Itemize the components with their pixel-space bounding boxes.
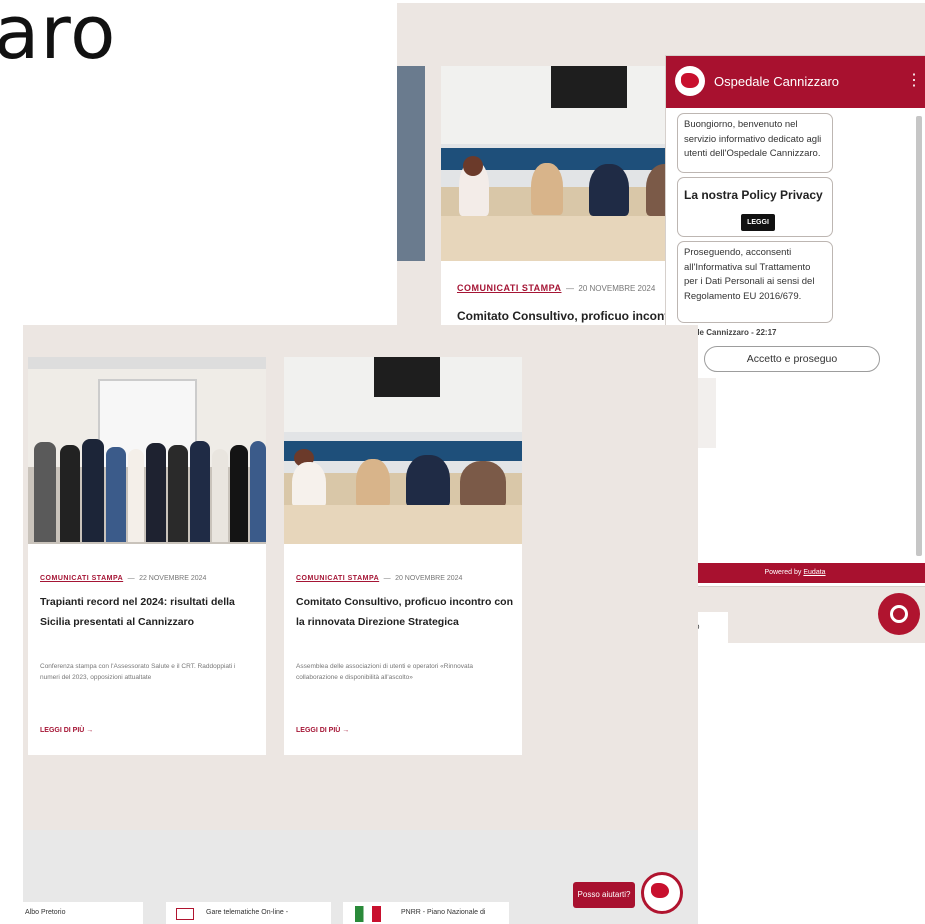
- separator: —: [383, 575, 391, 582]
- news-card[interactable]: COMUNICATI STAMPA — 20 NOVEMBRE 2024 Com…: [284, 357, 522, 755]
- leggi-button[interactable]: LEGGI: [741, 214, 775, 231]
- powered-by-label: Powered by: [764, 569, 802, 576]
- chat-footer: Powered by Eudata: [665, 563, 925, 583]
- eudata-link[interactable]: Eudata: [803, 569, 825, 576]
- news-photo: [441, 66, 701, 261]
- gare-telematiche-link[interactable]: Gare telematiche On-line -: [166, 902, 331, 924]
- category-link[interactable]: COMUNICATI STAMPA: [40, 575, 123, 582]
- news-card-back[interactable]: COMUNICATI STAMPA — 20 NOVEMBRE 2024 Com…: [441, 66, 701, 341]
- news-title[interactable]: Comitato Consultivo, proficuo incontro c: [457, 308, 697, 325]
- news-description: Conferenza stampa con l'Assessorato Salu…: [40, 663, 236, 682]
- cannizzaro-logo-icon[interactable]: [641, 872, 683, 914]
- news-date: 20 NOVEMBRE 2024: [578, 284, 656, 293]
- link-label: PNRR - Piano Nazionale di: [401, 909, 486, 916]
- news-description: Assemblea delle associazioni di utenti e…: [296, 663, 474, 682]
- albo-pretorio-link[interactable]: Albo Pretorio: [23, 902, 143, 924]
- chat-message-consent: Proseguendo, acconsenti all'Informativa …: [677, 241, 833, 323]
- chat-toggle-button[interactable]: [878, 593, 920, 635]
- news-date: 22 NOVEMBRE 2024: [139, 575, 207, 582]
- chat-header: Ospedale Cannizzaro ⋮: [666, 56, 925, 108]
- news-photo: [284, 357, 522, 544]
- news-date: 20 NOVEMBRE 2024: [395, 575, 463, 582]
- document-icon: [176, 908, 194, 920]
- news-title[interactable]: Trapianti record nel 2024: risultati del…: [40, 593, 258, 633]
- help-button[interactable]: Posso aiutarti?: [573, 882, 635, 908]
- separator: —: [565, 284, 574, 293]
- category-link[interactable]: COMUNICATI STAMPA: [296, 575, 379, 582]
- chat-message-policy: La nostra Policy Privacy LEGGI: [677, 177, 833, 237]
- read-more-link[interactable]: LEGGI DI PIÙ →: [40, 727, 93, 734]
- chat-timestamp: dale Cannizzaro - 22:17: [688, 328, 777, 337]
- footer-links-band: Albo Pretorio Gare telematiche On-line -…: [23, 830, 698, 924]
- cannizzaro-logo-icon: [675, 66, 705, 96]
- link-label: Gare telematiche On-line -: [206, 909, 289, 916]
- policy-heading: La nostra Policy Privacy: [684, 188, 823, 202]
- accept-button[interactable]: Accetto e proseguo: [704, 346, 880, 372]
- read-more-link[interactable]: LEGGI DI PIÙ →: [296, 727, 349, 734]
- page-title-fragment: aro: [0, 0, 117, 76]
- foreground-screenshot: COMUNICATI STAMPA — 22 NOVEMBRE 2024 Tra…: [23, 325, 698, 924]
- more-vertical-icon[interactable]: ⋮: [906, 70, 922, 90]
- news-card[interactable]: COMUNICATI STAMPA — 22 NOVEMBRE 2024 Tra…: [28, 357, 266, 755]
- chat-scrollbar[interactable]: [916, 116, 922, 556]
- news-title[interactable]: Comitato Consultivo, proficuo incontro c…: [296, 593, 514, 633]
- cropped-photo: [397, 66, 425, 261]
- chat-widget: Ospedale Cannizzaro ⋮ Buongiorno, benven…: [665, 55, 925, 587]
- chat-title: Ospedale Cannizzaro: [714, 74, 840, 89]
- news-photo: [28, 357, 266, 544]
- separator: —: [127, 575, 135, 582]
- chat-message-welcome: Buongiorno, benvenuto nel servizio infor…: [677, 113, 833, 173]
- pnrr-link[interactable]: PNRR - Piano Nazionale di: [343, 902, 509, 924]
- chat-bubble-icon: [890, 605, 908, 623]
- link-label: Albo Pretorio: [25, 909, 66, 916]
- category-link[interactable]: COMUNICATI STAMPA: [457, 283, 562, 293]
- italy-map-icon: [355, 906, 381, 922]
